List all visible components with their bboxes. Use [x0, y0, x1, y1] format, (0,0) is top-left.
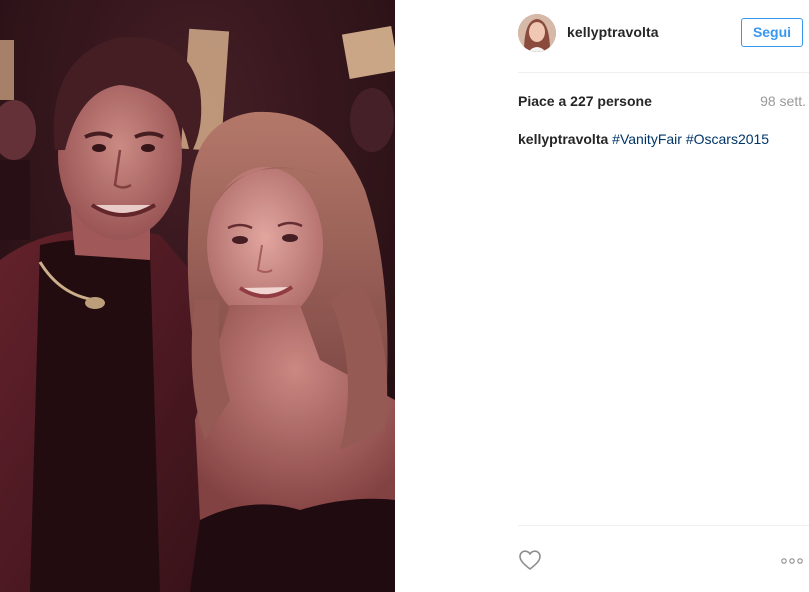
- avatar[interactable]: [518, 14, 556, 52]
- username[interactable]: kellyptravolta: [567, 24, 659, 40]
- post-panel: kellyptravolta Segui Piace a 227 persone…: [395, 0, 809, 592]
- ellipsis-horizontal-icon[interactable]: [781, 554, 805, 566]
- actions-divider: [518, 525, 809, 526]
- likes-count[interactable]: Piace a 227 persone: [518, 93, 652, 109]
- hashtag-vanityfair[interactable]: #VanityFair: [612, 131, 682, 147]
- caption: kellyptravolta #VanityFair #Oscars2015: [518, 131, 808, 147]
- follow-button[interactable]: Segui: [741, 18, 803, 47]
- caption-username[interactable]: kellyptravolta: [518, 131, 608, 147]
- post-photo[interactable]: [0, 0, 395, 592]
- likes-row: Piace a 227 persone 98 sett.: [518, 93, 809, 111]
- instagram-post: kellyptravolta Segui Piace a 227 persone…: [0, 0, 809, 592]
- photo-image: [0, 0, 395, 592]
- hashtag-oscars2015[interactable]: #Oscars2015: [686, 131, 769, 147]
- heart-outline-icon[interactable]: [518, 548, 542, 572]
- post-timestamp[interactable]: 98 sett.: [760, 93, 806, 109]
- header-divider: [518, 72, 809, 73]
- post-header: kellyptravolta Segui: [395, 0, 809, 72]
- avatar-image: [518, 14, 556, 52]
